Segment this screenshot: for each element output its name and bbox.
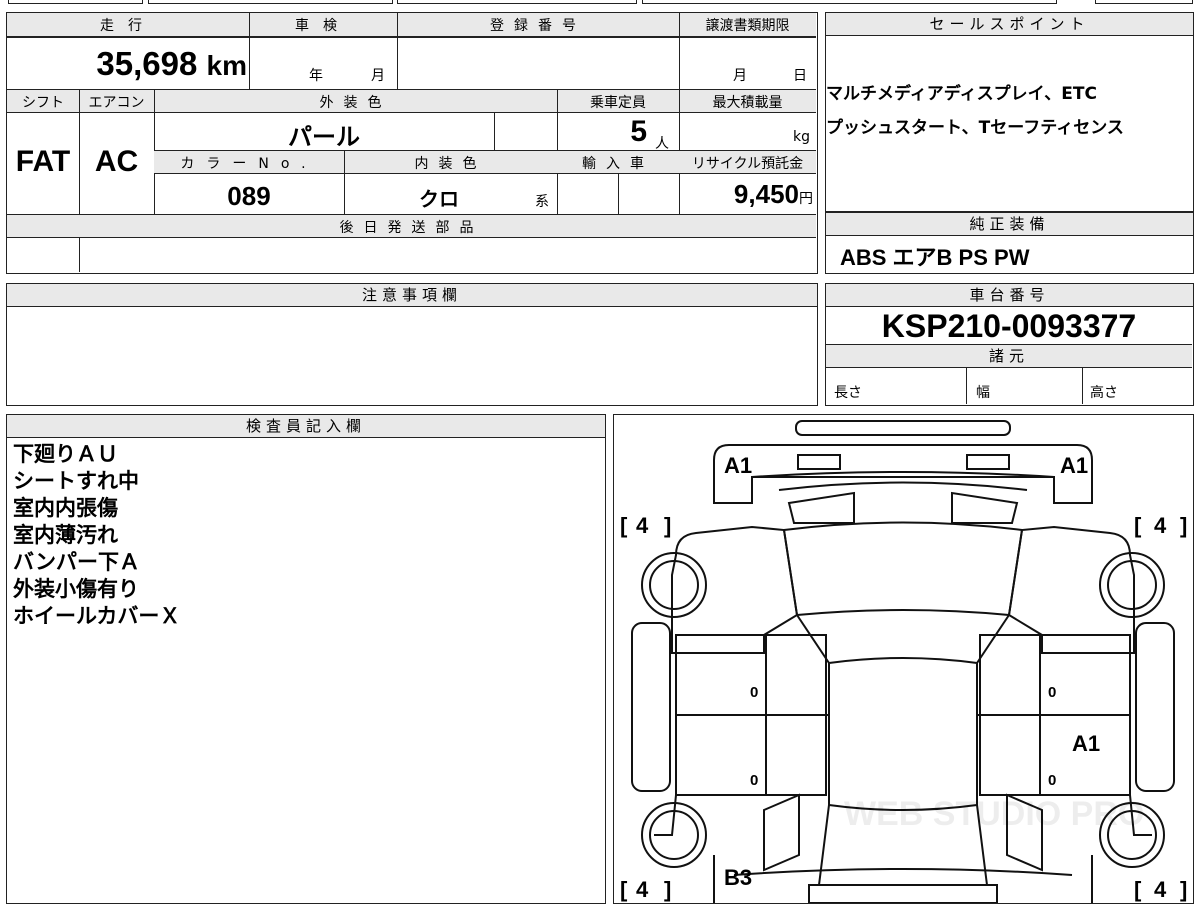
sales-point-line: プッシュスタート、Tセーフティセンス [826,118,1124,138]
door-mark: 0 [750,772,758,789]
color-no-value: 089 [227,181,271,211]
car-diagram-box: A1 A1 A1 B3 [ 4 ] [ 4 ] [ 4 ] [ 4 ] 0 0 … [613,414,1194,904]
tire-bracket-open: [ [620,513,628,538]
mileage-unit: km [206,50,247,81]
import-label: 輸入車 [582,156,654,172]
transfer-day: 日 [793,68,807,84]
tire-mark: 4 [1154,877,1167,902]
exterior-value: パール [288,123,360,151]
width-label: 幅 [976,385,990,401]
inspector-box: 検査員記入欄 下廻りＡＵ シートすれ中 室内内張傷 室内薄汚れ バンパー下Ａ 外… [6,414,606,904]
interior-label: 内装色 [414,156,487,172]
spec-label: 諸元 [826,344,1192,368]
length-label: 長さ [834,385,862,401]
capacity-value: 5 [630,115,647,148]
ac-value: AC [94,145,139,178]
tire-bracket-close: ] [1180,513,1187,538]
later-parts-label: 後日発送部品 [339,220,484,236]
tire-bracket-open: [ [1134,877,1142,902]
inspection-label: 車検 [295,18,351,34]
vehicle-info-table: 走行 車検 登録番号 譲渡書類期限 35,698 km 年 月 月 日 シフト … [6,12,818,274]
sales-points-label: セールスポイント [826,13,1193,36]
tire-bracket-close: ] [664,513,671,538]
tire-bracket-close: ] [1180,877,1187,902]
inspector-note: 室内内張傷 [13,496,118,520]
inspector-note: 外装小傷有り [13,577,139,601]
maxload-label: 最大積載量 [712,95,783,111]
damage-mark: A1 [1060,453,1088,478]
sales-point-line: マルチメディアディスプレイ、ETC [826,84,1097,104]
damage-mark: B3 [724,865,752,890]
door-mark: 0 [1048,772,1056,789]
maxload-unit: kg [793,129,810,145]
tire-bracket-open: [ [1134,513,1142,538]
chassis-label: 車台番号 [826,284,1193,307]
interior-value: クロ [419,187,459,211]
damage-mark: A1 [724,453,752,478]
inspection-year: 年 [309,68,323,84]
registration-label: 登録番号 [490,18,586,34]
capacity-label: 乗車定員 [590,95,646,111]
transfer-month: 月 [733,68,747,84]
recycle-unit: 円 [799,190,813,206]
equipment-value: ABS エアB PS PW [840,245,1030,270]
notes-label: 注意事項欄 [7,284,817,307]
transfer-label: 譲渡書類期限 [705,18,790,34]
inspector-note: シートすれ中 [13,469,139,493]
recycle-label: リサイクル預託金 [691,156,804,172]
inspection-month: 月 [371,68,385,84]
color-no-label: カラーNo. [180,156,318,172]
damage-mark: A1 [1072,731,1100,756]
inspector-note: バンパー下Ａ [13,550,141,574]
mileage-value: 35,698 [96,45,198,82]
height-label: 高さ [1090,385,1118,401]
chassis-number: KSP210-0093377 [881,308,1137,344]
tire-bracket-close: ] [664,877,671,902]
car-diagram: A1 A1 A1 B3 [ 4 ] [ 4 ] [ 4 ] [ 4 ] 0 0 … [620,420,1187,903]
top-strip [0,0,1200,6]
recycle-value: 9,450 [733,179,799,209]
door-mark: 0 [750,684,758,701]
tire-bracket-open: [ [620,877,628,902]
inspector-label: 検査員記入欄 [7,415,605,438]
inspector-note: ホイールカバーＸ [13,604,181,628]
tire-mark: 4 [1154,513,1167,538]
inspector-note: 下廻りＡＵ [13,442,118,466]
interior-unit: 系 [535,194,549,210]
ac-label: エアコン [88,95,145,111]
watermark: WEB STUDIO PRO [844,795,1144,833]
tire-mark: 4 [636,513,649,538]
notes-box: 注意事項欄 [6,283,818,406]
tire-mark: 4 [636,877,649,902]
shift-label: シフト [22,95,64,111]
equipment-box: 純正装備 ABS エアB PS PW [825,212,1194,274]
shift-value: FAT [15,145,71,178]
door-mark: 0 [1048,684,1056,701]
chassis-box: 車台番号 KSP210-0093377 諸元 長さ 幅 高さ [825,283,1194,406]
mileage-label: 走行 [100,18,156,34]
exterior-label: 外装色 [319,95,392,111]
equipment-label: 純正装備 [826,213,1193,236]
inspector-note: 室内薄汚れ [13,523,118,547]
sales-points-box: セールスポイント マルチメディアディスプレイ、ETC プッシュスタート、Tセーフ… [825,12,1194,212]
